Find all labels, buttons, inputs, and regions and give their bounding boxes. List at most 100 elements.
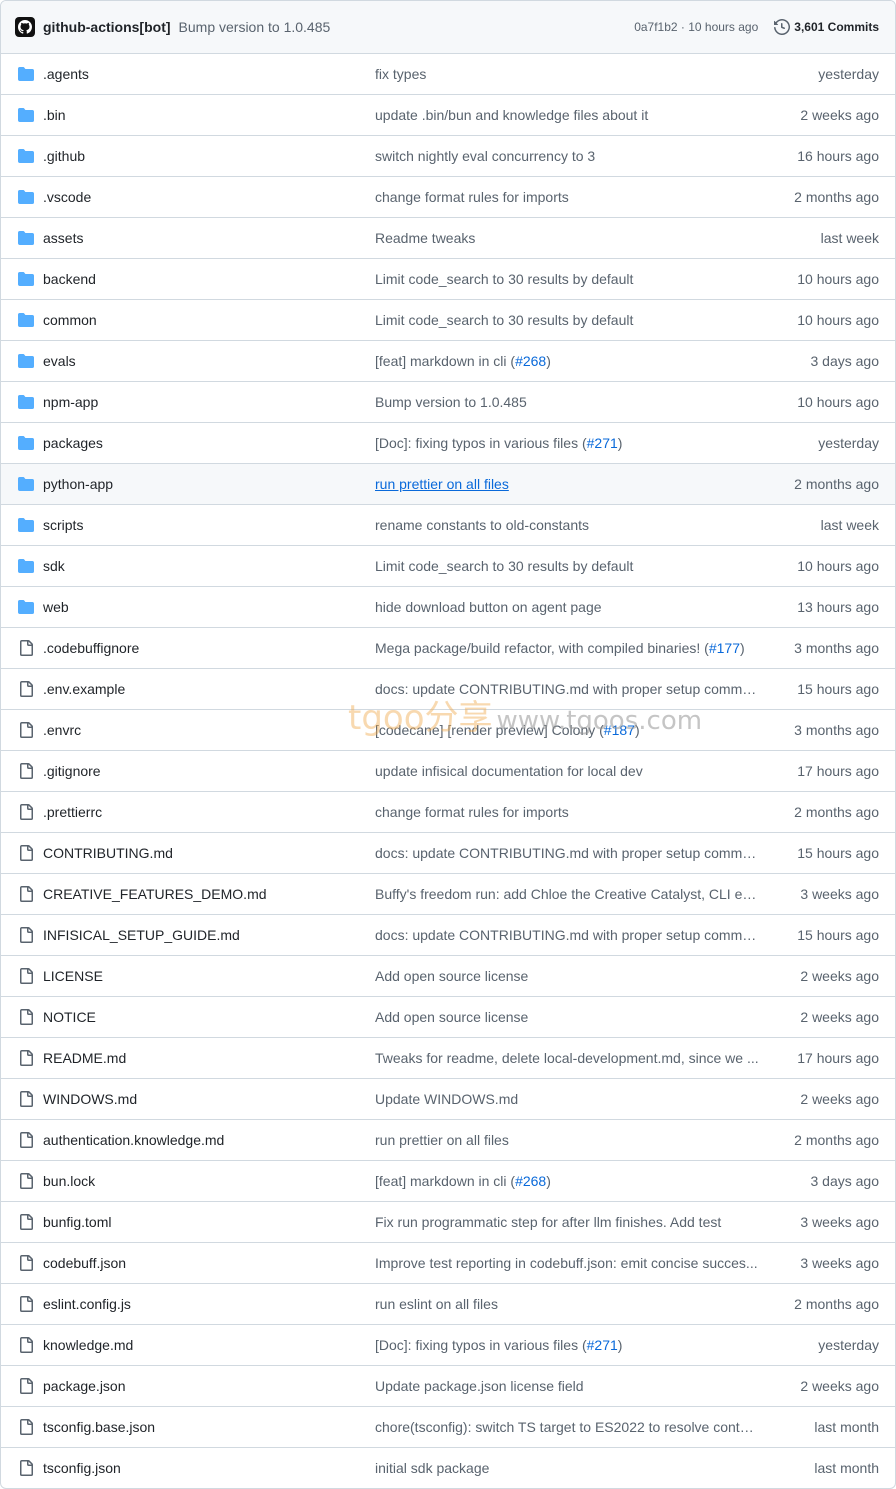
pr-link[interactable]: #187 — [604, 722, 635, 738]
commit-message-link[interactable]: update .bin/bun and knowledge files abou… — [375, 107, 759, 123]
file-row[interactable]: .env.example docs: update CONTRIBUTING.md… — [1, 669, 895, 710]
commit-message-link[interactable]: initial sdk package — [375, 1460, 759, 1476]
commit-message-link[interactable]: run prettier on all files — [375, 1132, 759, 1148]
file-name-link[interactable]: package.json — [43, 1378, 126, 1394]
file-row[interactable]: tsconfig.base.json chore(tsconfig): switc… — [1, 1407, 895, 1448]
folder-row[interactable]: web hide download button on agent page 13 … — [1, 587, 895, 628]
folder-row[interactable]: .bin update .bin/bun and knowledge files … — [1, 95, 895, 136]
commit-message-link[interactable]: rename constants to old-constants — [375, 517, 759, 533]
folder-row[interactable]: assets Readme tweaks last week — [1, 218, 895, 259]
pr-link[interactable]: #271 — [587, 1337, 618, 1353]
pr-link[interactable]: #271 — [587, 435, 618, 451]
file-name-link[interactable]: NOTICE — [43, 1009, 96, 1025]
commit-message-link[interactable]: Update package.json license field — [375, 1378, 759, 1394]
commit-message-link[interactable]: switch nightly eval concurrency to 3 — [375, 148, 759, 164]
commit-message-link[interactable]: chore(tsconfig): switch TS target to ES2… — [375, 1419, 759, 1435]
commit-message-link[interactable]: update infisical documentation for local… — [375, 763, 759, 779]
file-row[interactable]: bunfig.toml Fix run programmatic step for… — [1, 1202, 895, 1243]
file-name-link[interactable]: python-app — [43, 476, 113, 492]
commit-message-link[interactable]: Bump version to 1.0.485 — [375, 394, 759, 410]
file-row[interactable]: knowledge.md [Doc]: fixing typos in vario… — [1, 1325, 895, 1366]
file-name-link[interactable]: packages — [43, 435, 103, 451]
pr-link[interactable]: #268 — [515, 1173, 546, 1189]
file-row[interactable]: .prettierrc change format rules for impor… — [1, 792, 895, 833]
file-row[interactable]: .envrc [codecane] [render preview] Colony… — [1, 710, 895, 751]
file-name-link[interactable]: .prettierrc — [43, 804, 102, 820]
commit-message-link[interactable]: Fix run programmatic step for after llm … — [375, 1214, 759, 1230]
file-name-link[interactable]: eslint.config.js — [43, 1296, 131, 1312]
file-name-link[interactable]: common — [43, 312, 97, 328]
file-row[interactable]: .codebuffignore Mega package/build refact… — [1, 628, 895, 669]
file-row[interactable]: package.json Update package.json license … — [1, 1366, 895, 1407]
file-row[interactable]: CONTRIBUTING.md docs: update CONTRIBUTING… — [1, 833, 895, 874]
file-name-link[interactable]: CONTRIBUTING.md — [43, 845, 173, 861]
file-name-link[interactable]: LICENSE — [43, 968, 103, 984]
commit-sha-time[interactable]: 0a7f1b2 · 10 hours ago — [634, 20, 758, 34]
commit-message-link[interactable]: fix types — [375, 66, 759, 82]
commit-message-link[interactable]: [Doc]: fixing typos in various files (#2… — [375, 1337, 759, 1353]
commit-message-link[interactable]: docs: update CONTRIBUTING.md with proper… — [375, 927, 759, 943]
commit-message-link[interactable]: [feat] markdown in cli (#268) — [375, 1173, 759, 1189]
folder-row[interactable]: .github switch nightly eval concurrency t… — [1, 136, 895, 177]
file-name-link[interactable]: tsconfig.json — [43, 1460, 121, 1476]
file-name-link[interactable]: bunfig.toml — [43, 1214, 111, 1230]
commit-message-link[interactable]: Readme tweaks — [375, 230, 759, 246]
commit-message-link[interactable]: Limit code_search to 30 results by defau… — [375, 558, 759, 574]
commit-message-link[interactable]: hide download button on agent page — [375, 599, 759, 615]
file-name-link[interactable]: .codebuffignore — [43, 640, 139, 656]
folder-row[interactable]: common Limit code_search to 30 results by… — [1, 300, 895, 341]
file-name-link[interactable]: npm-app — [43, 394, 98, 410]
file-row[interactable]: tsconfig.json initial sdk package last mon… — [1, 1448, 895, 1488]
pr-link[interactable]: #177 — [709, 640, 740, 656]
file-name-link[interactable]: WINDOWS.md — [43, 1091, 137, 1107]
commit-message-link[interactable]: run prettier on all files — [375, 476, 759, 492]
commit-message-link[interactable]: Limit code_search to 30 results by defau… — [375, 271, 759, 287]
file-row[interactable]: README.md Tweaks for readme, delete local… — [1, 1038, 895, 1079]
file-name-link[interactable]: .agents — [43, 66, 89, 82]
commit-author[interactable]: github-actions[bot] — [43, 19, 171, 35]
file-name-link[interactable]: INFISICAL_SETUP_GUIDE.md — [43, 927, 240, 943]
file-name-link[interactable]: CREATIVE_FEATURES_DEMO.md — [43, 886, 267, 902]
file-name-link[interactable]: .vscode — [43, 189, 91, 205]
commits-link[interactable]: 3,601 Commits — [774, 19, 879, 35]
file-name-link[interactable]: evals — [43, 353, 76, 369]
file-row[interactable]: bun.lock [feat] markdown in cli (#268) 3 d… — [1, 1161, 895, 1202]
file-row[interactable]: authentication.knowledge.md run prettier … — [1, 1120, 895, 1161]
commit-message-link[interactable]: Tweaks for readme, delete local-developm… — [375, 1050, 759, 1066]
commit-message-link[interactable]: Add open source license — [375, 968, 759, 984]
commit-message-link[interactable]: run eslint on all files — [375, 1296, 759, 1312]
file-name-link[interactable]: assets — [43, 230, 83, 246]
file-row[interactable]: LICENSE Add open source license 2 weeks ag… — [1, 956, 895, 997]
commit-message-link[interactable]: Update WINDOWS.md — [375, 1091, 759, 1107]
file-row[interactable]: codebuff.json Improve test reporting in c… — [1, 1243, 895, 1284]
folder-row[interactable]: npm-app Bump version to 1.0.485 10 hours a… — [1, 382, 895, 423]
pr-link[interactable]: #268 — [515, 353, 546, 369]
folder-row[interactable]: scripts rename constants to old-constants… — [1, 505, 895, 546]
file-name-link[interactable]: web — [43, 599, 69, 615]
file-row[interactable]: WINDOWS.md Update WINDOWS.md 2 weeks ago — [1, 1079, 895, 1120]
commit-message-link[interactable]: Buffy's freedom run: add Chloe the Creat… — [375, 886, 759, 902]
file-row[interactable]: INFISICAL_SETUP_GUIDE.md docs: update CON… — [1, 915, 895, 956]
folder-row[interactable]: sdk Limit code_search to 30 results by de… — [1, 546, 895, 587]
file-name-link[interactable]: .gitignore — [43, 763, 101, 779]
folder-row[interactable]: evals [feat] markdown in cli (#268) 3 days… — [1, 341, 895, 382]
folder-row[interactable]: backend Limit code_search to 30 results b… — [1, 259, 895, 300]
folder-row[interactable]: .agents fix types yesterday — [1, 54, 895, 95]
commit-message-link[interactable]: Limit code_search to 30 results by defau… — [375, 312, 759, 328]
file-name-link[interactable]: authentication.knowledge.md — [43, 1132, 224, 1148]
file-name-link[interactable]: .env.example — [43, 681, 125, 697]
commit-message-link[interactable]: [feat] markdown in cli (#268) — [375, 353, 759, 369]
commit-message-link[interactable]: change format rules for imports — [375, 804, 759, 820]
file-name-link[interactable]: README.md — [43, 1050, 126, 1066]
file-name-link[interactable]: backend — [43, 271, 96, 287]
file-name-link[interactable]: codebuff.json — [43, 1255, 126, 1271]
file-name-link[interactable]: .github — [43, 148, 85, 164]
file-name-link[interactable]: sdk — [43, 558, 65, 574]
github-avatar-icon[interactable] — [15, 17, 35, 37]
file-name-link[interactable]: bun.lock — [43, 1173, 95, 1189]
file-name-link[interactable]: .envrc — [43, 722, 81, 738]
file-name-link[interactable]: scripts — [43, 517, 83, 533]
file-name-link[interactable]: .bin — [43, 107, 66, 123]
file-name-link[interactable]: tsconfig.base.json — [43, 1419, 155, 1435]
commit-message-link[interactable]: [codecane] [render preview] Colony (#187… — [375, 722, 759, 738]
